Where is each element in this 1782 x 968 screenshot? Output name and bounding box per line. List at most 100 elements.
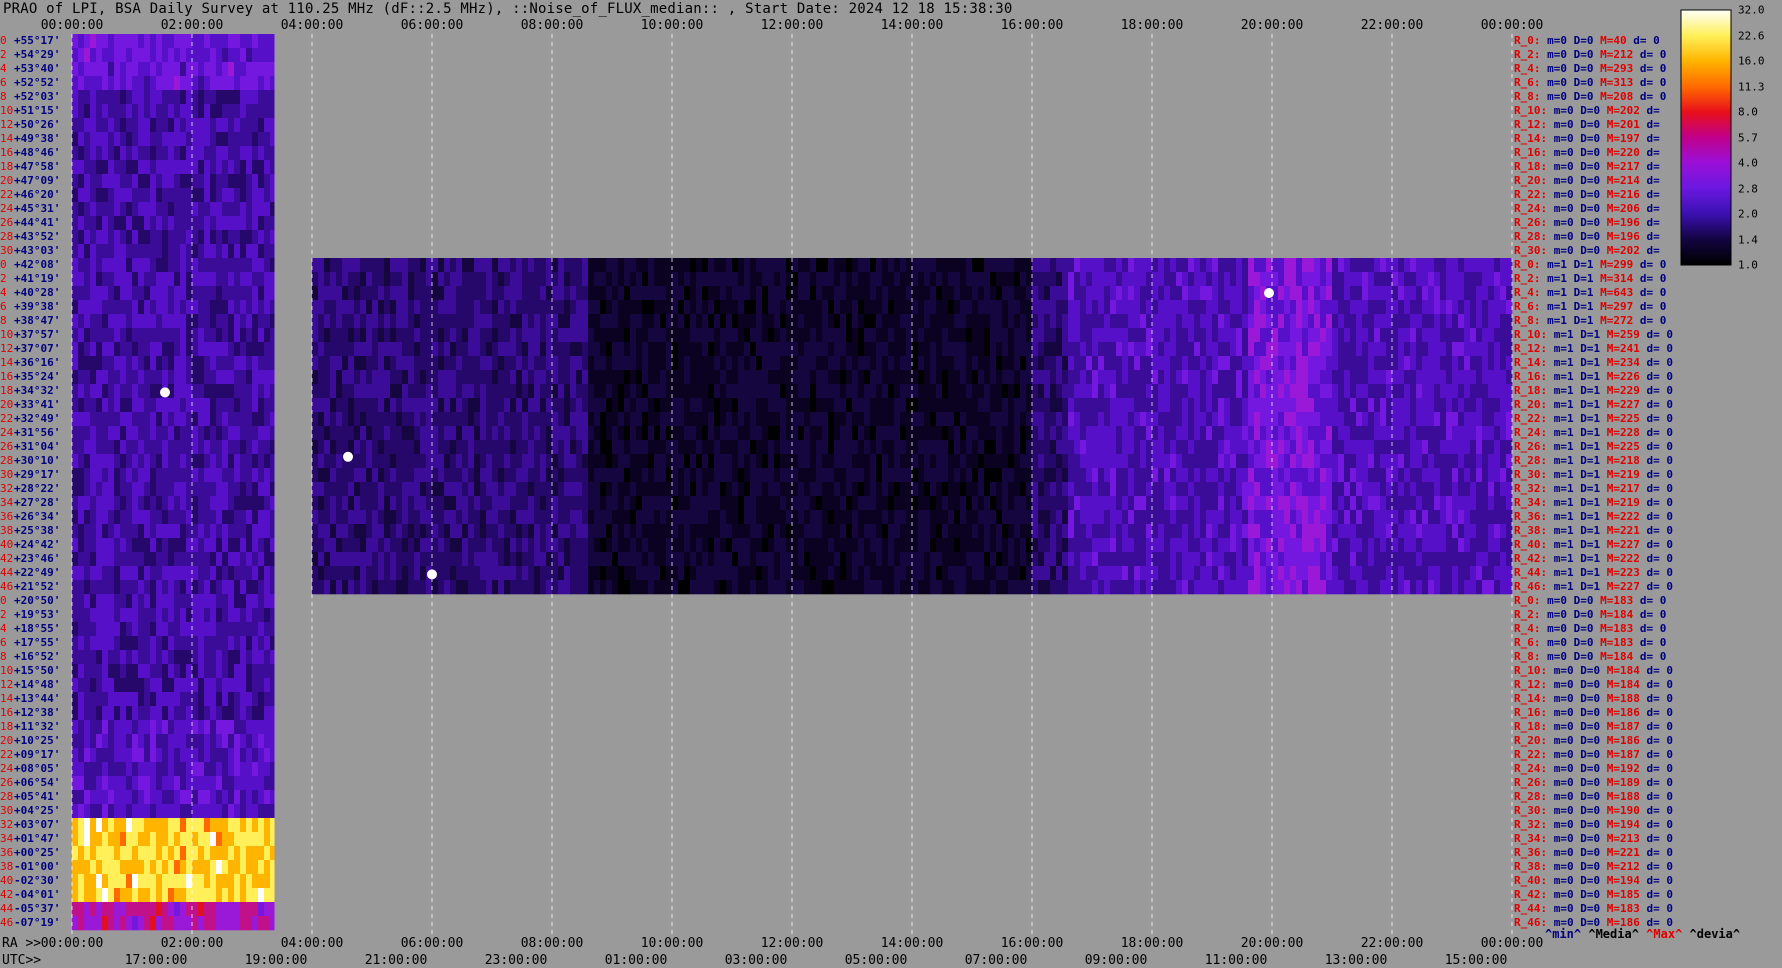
stats-row: R_24: m=0 D=0 M=192 d= 0	[1514, 762, 1673, 776]
stats-m: m=1	[1553, 496, 1574, 509]
axis-tick-label: 09:00:00	[1084, 953, 1148, 968]
declination-value: +15°50'	[14, 664, 61, 677]
stats-d: d= 0	[1646, 496, 1674, 509]
stats-M: M=228	[1606, 426, 1640, 439]
declination-value: +13°44'	[14, 692, 61, 705]
declination-value: +06°54'	[14, 776, 61, 789]
stats-M: M=189	[1606, 776, 1640, 789]
axis-tick-label: 20:00:00	[1240, 936, 1304, 951]
stats-d: d=	[1646, 244, 1660, 257]
stats-m: m=1	[1553, 412, 1574, 425]
stats-D: D=0	[1573, 90, 1594, 103]
declination-value: +45°31'	[14, 202, 61, 215]
row-number: 14	[0, 692, 14, 705]
stats-row: R_24: m=0 D=0 M=206 d=	[1514, 202, 1660, 216]
stats-row: R_14: m=0 D=0 M=197 d=	[1514, 132, 1660, 146]
stats-d: d= 0	[1646, 356, 1674, 369]
declination-row-label: 8 +52°03'	[0, 90, 60, 104]
stats-M: M=221	[1606, 846, 1640, 859]
stats-M: M=201	[1606, 118, 1640, 131]
axis-tick-label: 19:00:00	[244, 953, 308, 968]
stats-m: m=0	[1553, 160, 1574, 173]
axis-tick-label: 00:00:00	[1480, 936, 1544, 951]
stats-d: d= 0	[1646, 734, 1674, 747]
declination-row-label: 40+24°42'	[0, 538, 60, 552]
declination-value: -07°19'	[14, 916, 61, 929]
stats-r: R_16:	[1514, 146, 1548, 159]
row-number: 10	[0, 104, 14, 117]
axis-tick-label: 18:00:00	[1120, 18, 1184, 33]
declination-value: +00°25'	[14, 846, 61, 859]
legend-max: ^Max^	[1646, 927, 1683, 941]
stats-M: M=183	[1600, 622, 1634, 635]
stats-row: R_0: m=0 D=0 M=183 d= 0	[1514, 594, 1666, 608]
row-number: 38	[0, 860, 14, 873]
stats-d: d=	[1646, 188, 1660, 201]
axis-tick-label: 01:00:00	[604, 953, 668, 968]
axis-tick-label: 07:00:00	[964, 953, 1028, 968]
declination-value: +40°28'	[14, 286, 61, 299]
row-number: 8	[0, 314, 7, 327]
declination-row-label: 20+33°41'	[0, 398, 60, 412]
stats-r: R_16:	[1514, 370, 1548, 383]
stats-D: D=0	[1580, 230, 1601, 243]
declination-value: +01°47'	[14, 832, 61, 845]
stats-r: R_18:	[1514, 160, 1548, 173]
declination-row-label: 28+05°41'	[0, 790, 60, 804]
stats-d: d= 0	[1646, 398, 1674, 411]
declination-row-label: 2 +41°19'	[0, 272, 60, 286]
stats-D: D=1	[1580, 412, 1601, 425]
stats-r: R_38:	[1514, 524, 1548, 537]
stats-row: R_14: m=1 D=1 M=234 d= 0	[1514, 356, 1673, 370]
stats-D: D=1	[1580, 384, 1601, 397]
axis-tick-label: 08:00:00	[520, 18, 584, 33]
stats-d: d= 0	[1646, 706, 1674, 719]
stats-M: M=188	[1606, 692, 1640, 705]
stats-d: d= 0	[1646, 440, 1674, 453]
declination-value: +22°49'	[14, 566, 61, 579]
stats-d: d= 0	[1639, 608, 1667, 621]
stats-row: R_40: m=1 D=1 M=227 d= 0	[1514, 538, 1673, 552]
row-number: 2	[0, 48, 7, 61]
stats-row: R_42: m=0 D=0 M=185 d= 0	[1514, 888, 1673, 902]
declination-row-label: 34+27°28'	[0, 496, 60, 510]
declination-row-label: 40-02°30'	[0, 874, 60, 888]
stats-r: R_6:	[1514, 636, 1541, 649]
declination-row-label: 24+08°05'	[0, 762, 60, 776]
stats-D: D=0	[1580, 692, 1601, 705]
stats-m: m=0	[1547, 636, 1567, 649]
row-number: 18	[0, 720, 14, 733]
stats-M: M=183	[1600, 636, 1634, 649]
stats-d: d= 0	[1646, 538, 1674, 551]
stats-D: D=0	[1580, 174, 1601, 187]
stats-row: R_26: m=1 D=1 M=225 d= 0	[1514, 440, 1673, 454]
stats-m: m=0	[1553, 202, 1574, 215]
stats-d: d= 0	[1646, 328, 1674, 341]
axis-tick-label: 00:00:00	[40, 18, 104, 33]
stats-m: m=1	[1553, 468, 1574, 481]
stats-r: R_18:	[1514, 384, 1548, 397]
stats-m: m=0	[1553, 230, 1574, 243]
stats-D: D=0	[1580, 734, 1601, 747]
declination-value: +52°52'	[14, 76, 61, 89]
stats-row: R_6: m=0 D=0 M=313 d= 0	[1514, 76, 1666, 90]
stats-D: D=0	[1580, 804, 1601, 817]
stats-m: m=1	[1553, 524, 1574, 537]
stats-row: R_28: m=0 D=0 M=188 d= 0	[1514, 790, 1673, 804]
row-number: 14	[0, 132, 14, 145]
stats-d: d= 0	[1646, 748, 1674, 761]
stats-r: R_46:	[1514, 580, 1548, 593]
row-number: 30	[0, 468, 14, 481]
stats-row: R_20: m=0 D=0 M=186 d= 0	[1514, 734, 1673, 748]
stats-row: R_26: m=0 D=0 M=196 d=	[1514, 216, 1660, 230]
stats-m: m=1	[1547, 258, 1567, 271]
axis-tick-label: 08:00:00	[520, 936, 584, 951]
stats-D: D=0	[1580, 846, 1601, 859]
declination-row-label: 14+36°16'	[0, 356, 60, 370]
stats-r: R_8:	[1514, 90, 1541, 103]
stats-r: R_30:	[1514, 244, 1548, 257]
stats-M: M=212	[1606, 860, 1640, 873]
declination-value: +43°52'	[14, 230, 61, 243]
stats-M: M=206	[1606, 202, 1640, 215]
stats-row: R_42: m=1 D=1 M=222 d= 0	[1514, 552, 1673, 566]
